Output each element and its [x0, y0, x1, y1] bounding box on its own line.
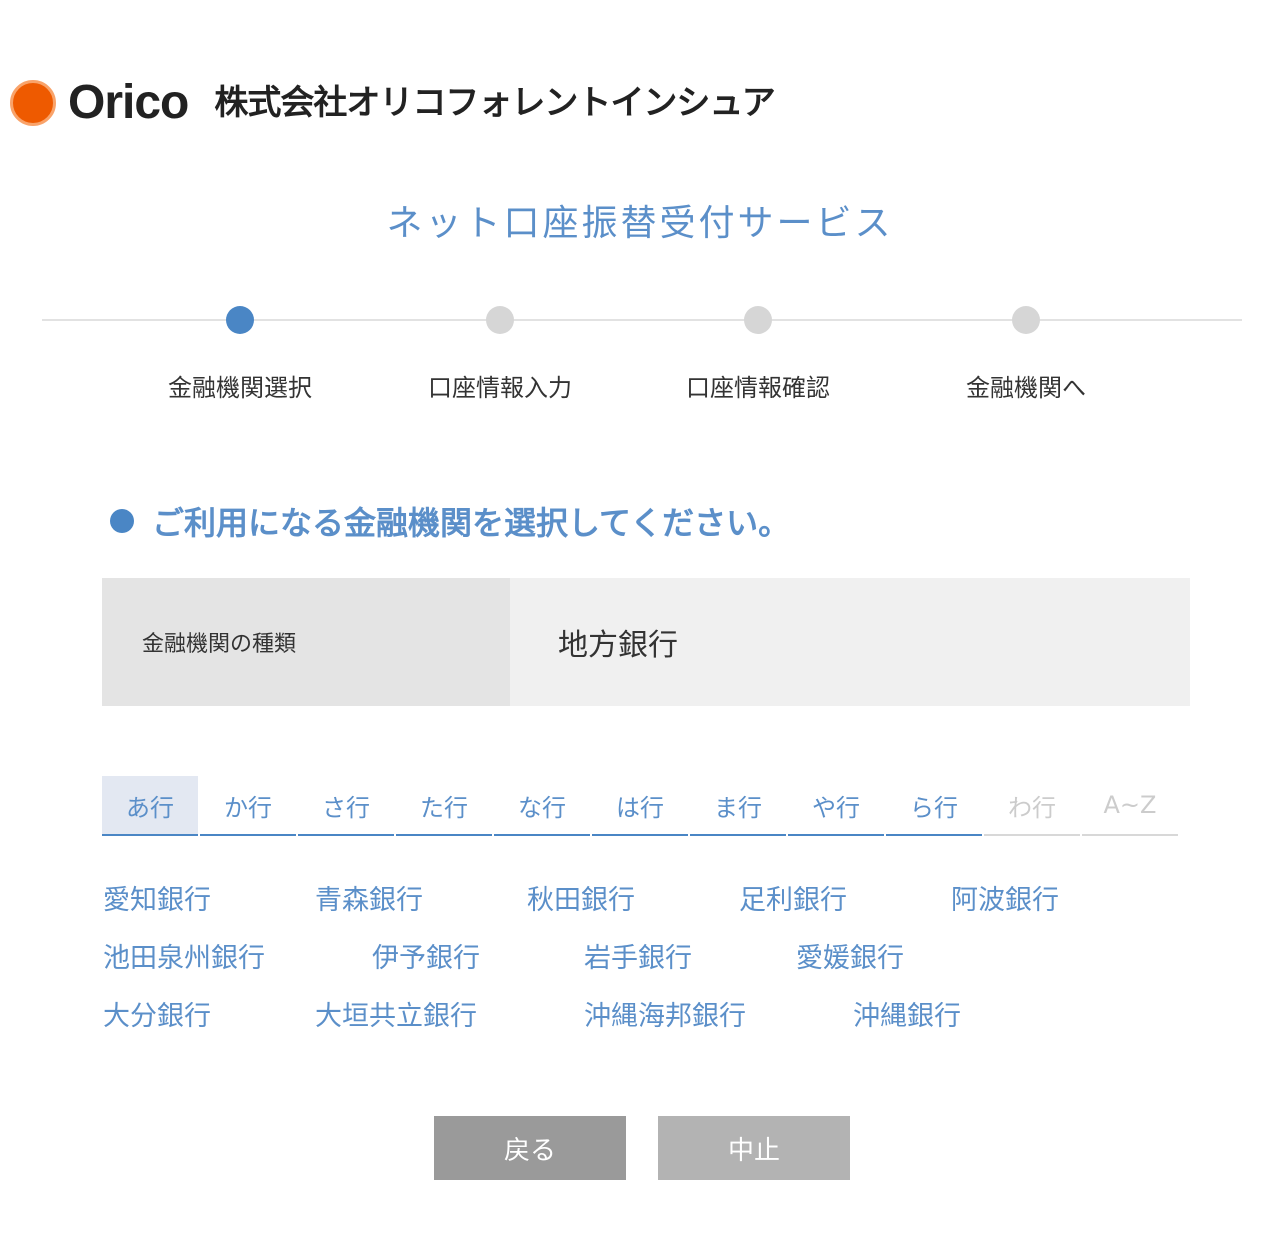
institution-type-label: 金融機関の種類	[102, 578, 510, 706]
step-4-label: 金融機関へ	[966, 374, 1086, 402]
kana-tabs: あ行 か行 さ行 た行 な行 は行 ま行 や行 ら行 わ行 A~Z	[102, 776, 1182, 836]
step-1: 金融機関選択	[140, 306, 340, 403]
tab-na[interactable]: な行	[494, 776, 590, 836]
company-name: 株式会社オリコフォレントインシュア	[214, 83, 775, 123]
step-1-label: 金融機関選択	[168, 374, 312, 402]
tab-a-z: A~Z	[1082, 776, 1178, 836]
institution-type-row: 金融機関の種類 地方銀行	[102, 578, 1190, 706]
instruction-text: ご利用になる金融機関を選択してください。	[152, 504, 791, 542]
bank-link-ashikaga[interactable]: 足利銀行	[739, 878, 847, 917]
orico-logo: Orico 株式会社オリコフォレントインシュア	[10, 76, 776, 129]
bullet-icon	[110, 509, 134, 533]
step-4: 金融機関へ	[926, 306, 1126, 403]
tab-ha[interactable]: は行	[592, 776, 688, 836]
step-2: 口座情報入力	[400, 306, 600, 403]
tab-a[interactable]: あ行	[102, 776, 198, 836]
service-title: ネット口座振替受付サービス	[386, 203, 894, 244]
bank-link-oita[interactable]: 大分銀行	[103, 994, 211, 1033]
bank-link-iyo[interactable]: 伊予銀行	[372, 936, 480, 975]
step-4-dot	[1012, 306, 1040, 334]
tab-ya[interactable]: や行	[788, 776, 884, 836]
bank-link-ikeda-senshu[interactable]: 池田泉州銀行	[103, 936, 265, 975]
tab-ka[interactable]: か行	[200, 776, 296, 836]
step-3-dot	[744, 306, 772, 334]
tab-ma[interactable]: ま行	[690, 776, 786, 836]
bank-link-okinawa[interactable]: 沖縄銀行	[853, 994, 961, 1033]
bank-link-okinawa-kaiho[interactable]: 沖縄海邦銀行	[584, 994, 746, 1033]
bank-link-ehime[interactable]: 愛媛銀行	[796, 936, 904, 975]
step-3: 口座情報確認	[658, 306, 858, 403]
back-button[interactable]: 戻る	[434, 1116, 626, 1180]
tab-ra[interactable]: ら行	[886, 776, 982, 836]
step-2-dot	[486, 306, 514, 334]
bank-link-aichi[interactable]: 愛知銀行	[103, 878, 211, 917]
institution-type-value: 地方銀行	[510, 578, 1190, 706]
tab-ta[interactable]: た行	[396, 776, 492, 836]
step-3-label: 口座情報確認	[686, 374, 830, 402]
logo-word: Orico	[68, 76, 189, 129]
instruction: ご利用になる金融機関を選択してください。	[110, 498, 790, 544]
orico-circle-icon	[10, 80, 56, 126]
step-2-label: 口座情報入力	[428, 374, 572, 402]
tab-wa: わ行	[984, 776, 1080, 836]
bank-link-aomori[interactable]: 青森銀行	[315, 878, 423, 917]
step-1-dot	[226, 306, 254, 334]
bank-link-akita[interactable]: 秋田銀行	[527, 878, 635, 917]
cancel-button[interactable]: 中止	[658, 1116, 850, 1180]
bank-link-iwate[interactable]: 岩手銀行	[584, 936, 692, 975]
bank-link-awa[interactable]: 阿波銀行	[951, 878, 1059, 917]
tab-sa[interactable]: さ行	[298, 776, 394, 836]
bank-link-ogaki-kyoritsu[interactable]: 大垣共立銀行	[315, 994, 477, 1033]
